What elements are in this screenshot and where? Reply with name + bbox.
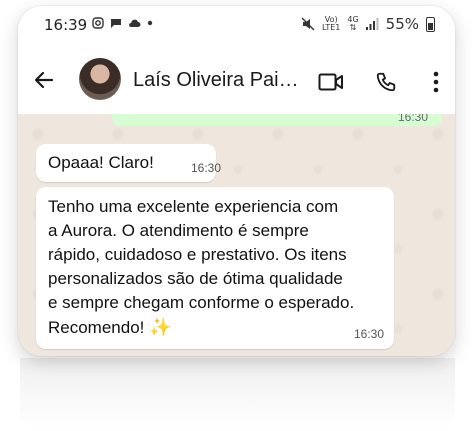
back-arrow-icon[interactable] [32,68,56,92]
incoming-message[interactable]: Tenho uma excelente experiencia com a Au… [36,187,394,349]
message-text: Tenho uma excelente experiencia com a Au… [48,197,355,337]
instagram-icon [92,17,104,29]
status-right: Vo) LTE1 4G ⇅ 55% [301,15,435,33]
reflection-shadow [20,358,455,431]
video-call-icon[interactable] [318,73,344,91]
battery-percent: 55% [385,15,419,33]
notification-icons [92,17,153,29]
sparkles-icon: ✨ [149,317,172,337]
previous-outgoing-message: 16:30 [112,114,442,126]
message-time: 16:30 [191,161,222,175]
contact-name[interactable]: Laís Oliveira Paiol... [133,69,303,92]
battery-icon [426,16,435,32]
chat-area: 16:30 Opaaa! Claro! 16:30 Tenho uma exce… [18,114,455,356]
phone-call-icon[interactable] [375,71,397,93]
chat-header: Laís Oliveira Paiol... [18,46,455,115]
incoming-message[interactable]: Opaaa! Claro! 16:30 [36,144,221,182]
dot-icon [147,20,153,26]
more-options-icon[interactable] [433,71,439,93]
phone-screen: 16:39 Vo) LTE1 4G ⇅ 55% Laís Oliveira Pa… [18,6,455,356]
avatar[interactable] [79,58,121,100]
mute-icon [301,17,315,31]
volte-indicator: Vo) LTE1 [321,15,341,32]
message-time: 16:30 [353,327,384,341]
status-time: 16:39 [44,16,88,34]
cloud-icon [129,19,141,27]
message-time: 16:30 [397,114,428,124]
message-text: Opaaa! Claro! [48,153,154,172]
network-indicator: 4G ⇅ [347,15,359,32]
status-bar: 16:39 Vo) LTE1 4G ⇅ 55% [18,6,455,46]
signal-icon [365,18,379,30]
message-icon [111,19,121,28]
